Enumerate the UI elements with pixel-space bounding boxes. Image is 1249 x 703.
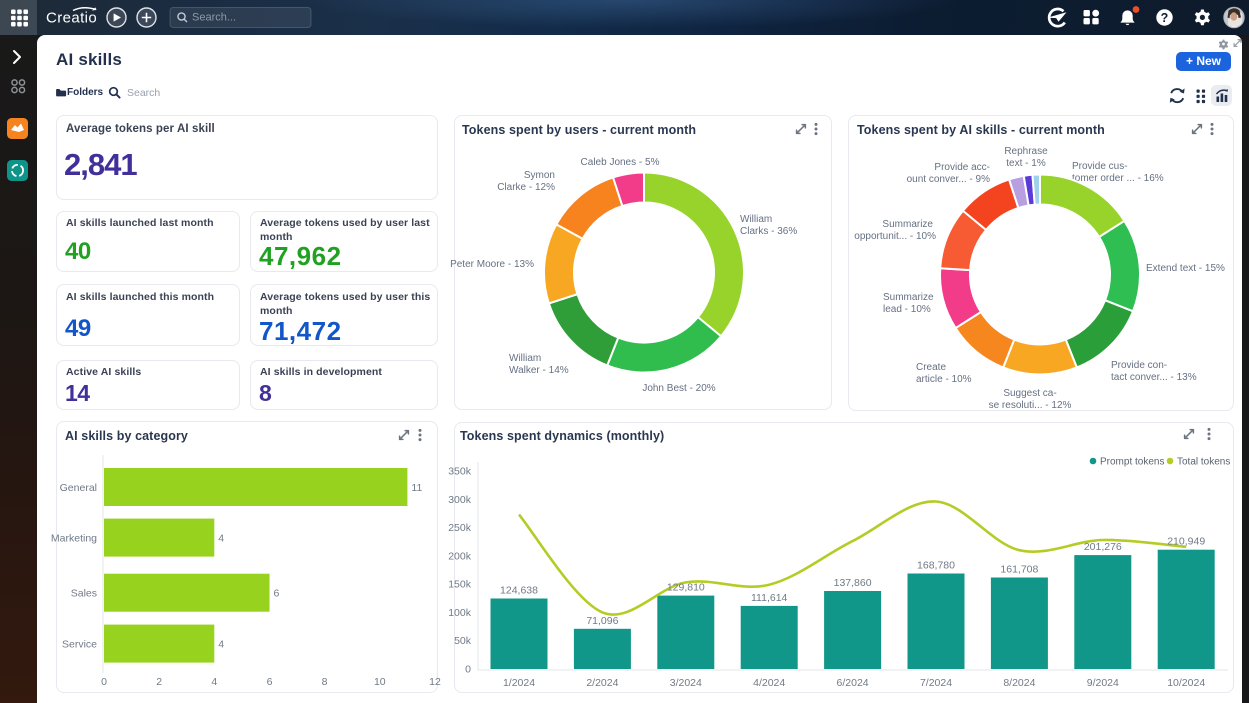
svg-text:Creatio: Creatio [46,10,97,27]
svg-text:?: ? [1161,11,1169,25]
svg-text:Search...: Search... [192,12,236,24]
